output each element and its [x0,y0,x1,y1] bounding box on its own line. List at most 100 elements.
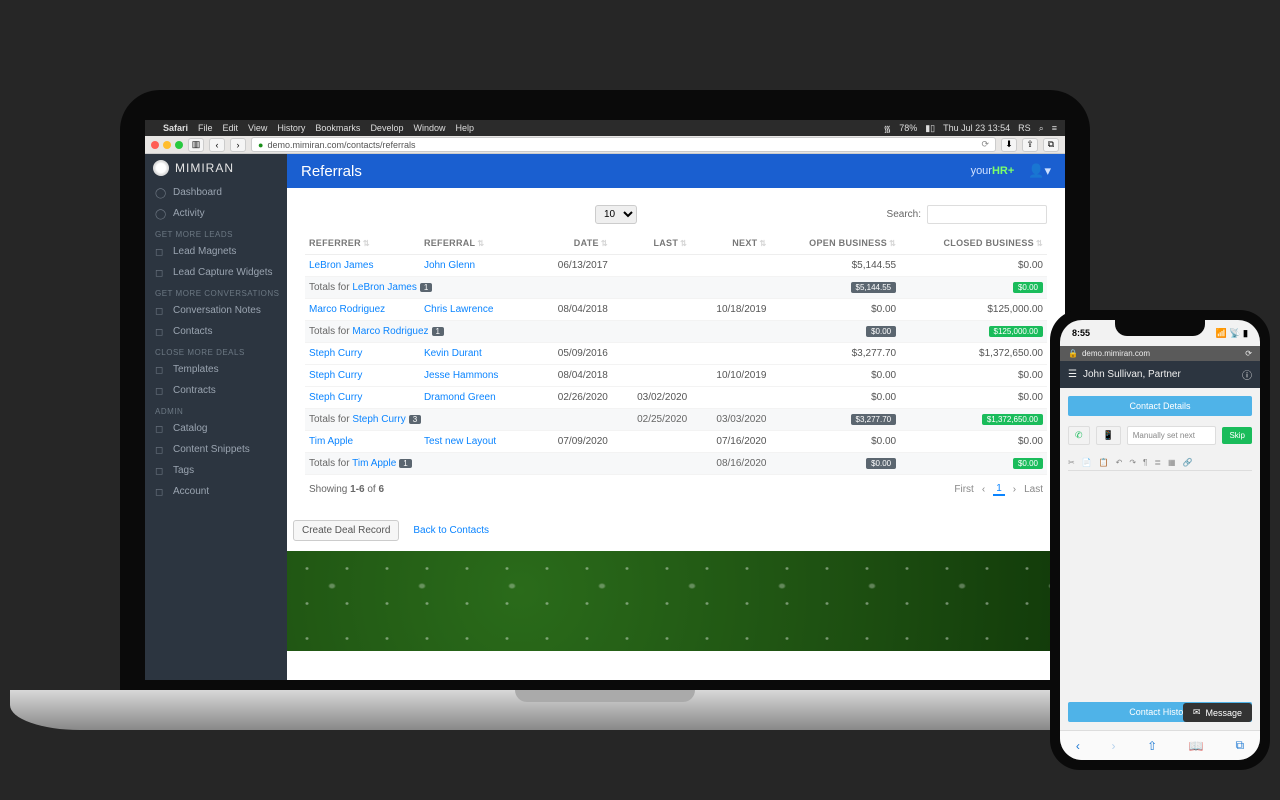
pager-current[interactable]: 1 [993,483,1005,496]
forward-icon[interactable]: › [1112,739,1116,753]
maximize-icon[interactable] [175,141,183,149]
sidebar-item-templates[interactable]: ◻ Templates [145,359,287,380]
sidebar-item-label: Lead Magnets [173,246,236,257]
app-name[interactable]: Safari [163,123,188,133]
sidebar-item-contracts[interactable]: ◻ Contracts [145,380,287,401]
referrer-link[interactable]: LeBron James [309,260,373,271]
window-controls[interactable] [151,141,183,149]
referral-link[interactable]: Jesse Hammons [424,370,498,381]
col-open business[interactable]: OPEN BUSINESS⇅ [770,232,900,255]
minimize-icon[interactable] [163,141,171,149]
pager-next[interactable]: › [1013,484,1016,495]
template-icon: ◻ [155,365,165,375]
bookmarks-icon[interactable]: 📖 [1189,739,1204,753]
menu-file[interactable]: File [198,123,213,133]
menu-help[interactable]: Help [455,123,474,133]
table-icon[interactable]: ▦ [1168,458,1176,467]
phone-address-bar[interactable]: 🔒 demo.mimiran.com ⟳ [1060,346,1260,361]
reload-icon[interactable]: ⟳ [981,139,989,150]
sidebar-item-activity[interactable]: ◯ Activity [145,203,287,224]
search-input[interactable] [927,205,1047,224]
sidebar-item-lead capture widgets[interactable]: ◻ Lead Capture Widgets [145,262,287,283]
menu-window[interactable]: Window [413,123,445,133]
undo-icon[interactable]: ↶ [1116,458,1123,467]
sidebar-item-catalog[interactable]: ◻ Catalog [145,418,287,439]
tabs-icon[interactable]: ⧉ [1043,138,1059,152]
menu-icon[interactable]: ≡ [1052,123,1057,133]
back-link[interactable]: Back to Contacts [413,525,489,536]
col-referral[interactable]: REFERRAL⇅ [420,232,533,255]
referrer-link[interactable]: Marco Rodriguez [309,304,385,315]
referral-link[interactable]: Chris Lawrence [424,304,493,315]
contact-details-button[interactable]: Contact Details [1068,396,1252,416]
widget-icon: ◻ [155,268,165,278]
content: 10 Search: REFERRER⇅REFERRAL⇅DATE⇅LAST⇅N… [287,188,1065,512]
col-date[interactable]: DATE⇅ [533,232,612,255]
referral-link[interactable]: Kevin Durant [424,348,482,359]
col-next[interactable]: NEXT⇅ [691,232,770,255]
col-closed business[interactable]: CLOSED BUSINESS⇅ [900,232,1047,255]
sidebar-item-tags[interactable]: ◻ Tags [145,460,287,481]
share-icon[interactable]: ⇪ [1022,138,1038,152]
menu-edit[interactable]: Edit [223,123,239,133]
col-last[interactable]: LAST⇅ [612,232,691,255]
referrer-link[interactable]: Steph Curry [309,392,362,403]
sidebar-item-label: Dashboard [173,187,222,198]
call-icon[interactable]: ✆ [1068,426,1090,445]
pager-last[interactable]: Last [1024,484,1043,495]
closed-total-badge: $1,372,650.00 [982,414,1043,425]
wifi-icon[interactable]: ᯾ [884,122,892,135]
menu-history[interactable]: History [277,123,305,133]
address-bar[interactable]: ● demo.mimiran.com/contacts/referrals ⟳ [251,137,996,152]
cut-icon[interactable]: ✂ [1068,458,1075,467]
col-referrer[interactable]: REFERRER⇅ [305,232,420,255]
sidebar-toggle-icon[interactable]: ▥ [188,138,204,152]
sidebar-item-account[interactable]: ◻ Account [145,481,287,502]
back-button[interactable]: ‹ [209,138,225,152]
link-icon[interactable]: 🔗 [1183,458,1193,467]
list-icon[interactable]: ≣ [1154,458,1161,467]
mobile-icon[interactable]: 📱 [1096,426,1121,445]
sidebar-item-contacts[interactable]: ◻ Contacts [145,321,287,342]
sidebar-item-label: Content Snippets [173,444,250,455]
search-icon[interactable]: ⌕ [1039,123,1044,134]
download-icon[interactable]: ⬇ [1001,138,1017,152]
next-date-input[interactable]: Manually set next [1127,426,1217,445]
copy-icon[interactable]: 📄 [1082,458,1092,467]
back-icon[interactable]: ‹ [1076,739,1080,753]
laptop-screen: Safari File Edit View History Bookmarks … [145,120,1065,680]
reload-icon[interactable]: ⟳ [1245,349,1252,358]
menu-bookmarks[interactable]: Bookmarks [315,123,360,133]
skip-button[interactable]: Skip [1222,427,1252,444]
message-button[interactable]: ✉ Message [1183,703,1252,722]
user-initials[interactable]: RS [1018,123,1031,133]
menu-icon[interactable]: ☰ [1068,369,1077,380]
pager-first[interactable]: First [954,484,973,495]
referral-link[interactable]: John Glenn [424,260,475,271]
redo-icon[interactable]: ↷ [1129,458,1136,467]
menu-develop[interactable]: Develop [370,123,403,133]
referral-link[interactable]: Dramond Green [424,392,496,403]
referrer-link[interactable]: Steph Curry [309,370,362,381]
sidebar-item-lead magnets[interactable]: ◻ Lead Magnets [145,241,287,262]
mail-icon: ✉ [1193,707,1201,718]
user-menu[interactable]: 👤▾ [1028,163,1051,179]
page-size-select[interactable]: 10 [595,204,637,224]
referrer-link[interactable]: Tim Apple [309,436,353,447]
forward-button[interactable]: › [230,138,246,152]
close-icon[interactable] [151,141,159,149]
format-icon[interactable]: ¶ [1143,458,1147,467]
referrer-link[interactable]: Steph Curry [309,348,362,359]
pager-prev[interactable]: ‹ [982,484,985,495]
menu-view[interactable]: View [248,123,267,133]
create-deal-button[interactable]: Create Deal Record [293,520,399,541]
sidebar-item-conversation notes[interactable]: ◻ Conversation Notes [145,300,287,321]
referral-link[interactable]: Test new Layout [424,436,496,447]
tabs-icon[interactable]: ⧉ [1236,738,1245,753]
brand[interactable]: MIMIRAN [145,154,287,182]
sidebar-item-content snippets[interactable]: ◻ Content Snippets [145,439,287,460]
paste-icon[interactable]: 📋 [1099,458,1109,467]
sidebar-item-dashboard[interactable]: ◯ Dashboard [145,182,287,203]
share-icon[interactable]: ⇧ [1147,739,1157,753]
info-icon[interactable]: ⓘ [1242,367,1252,382]
